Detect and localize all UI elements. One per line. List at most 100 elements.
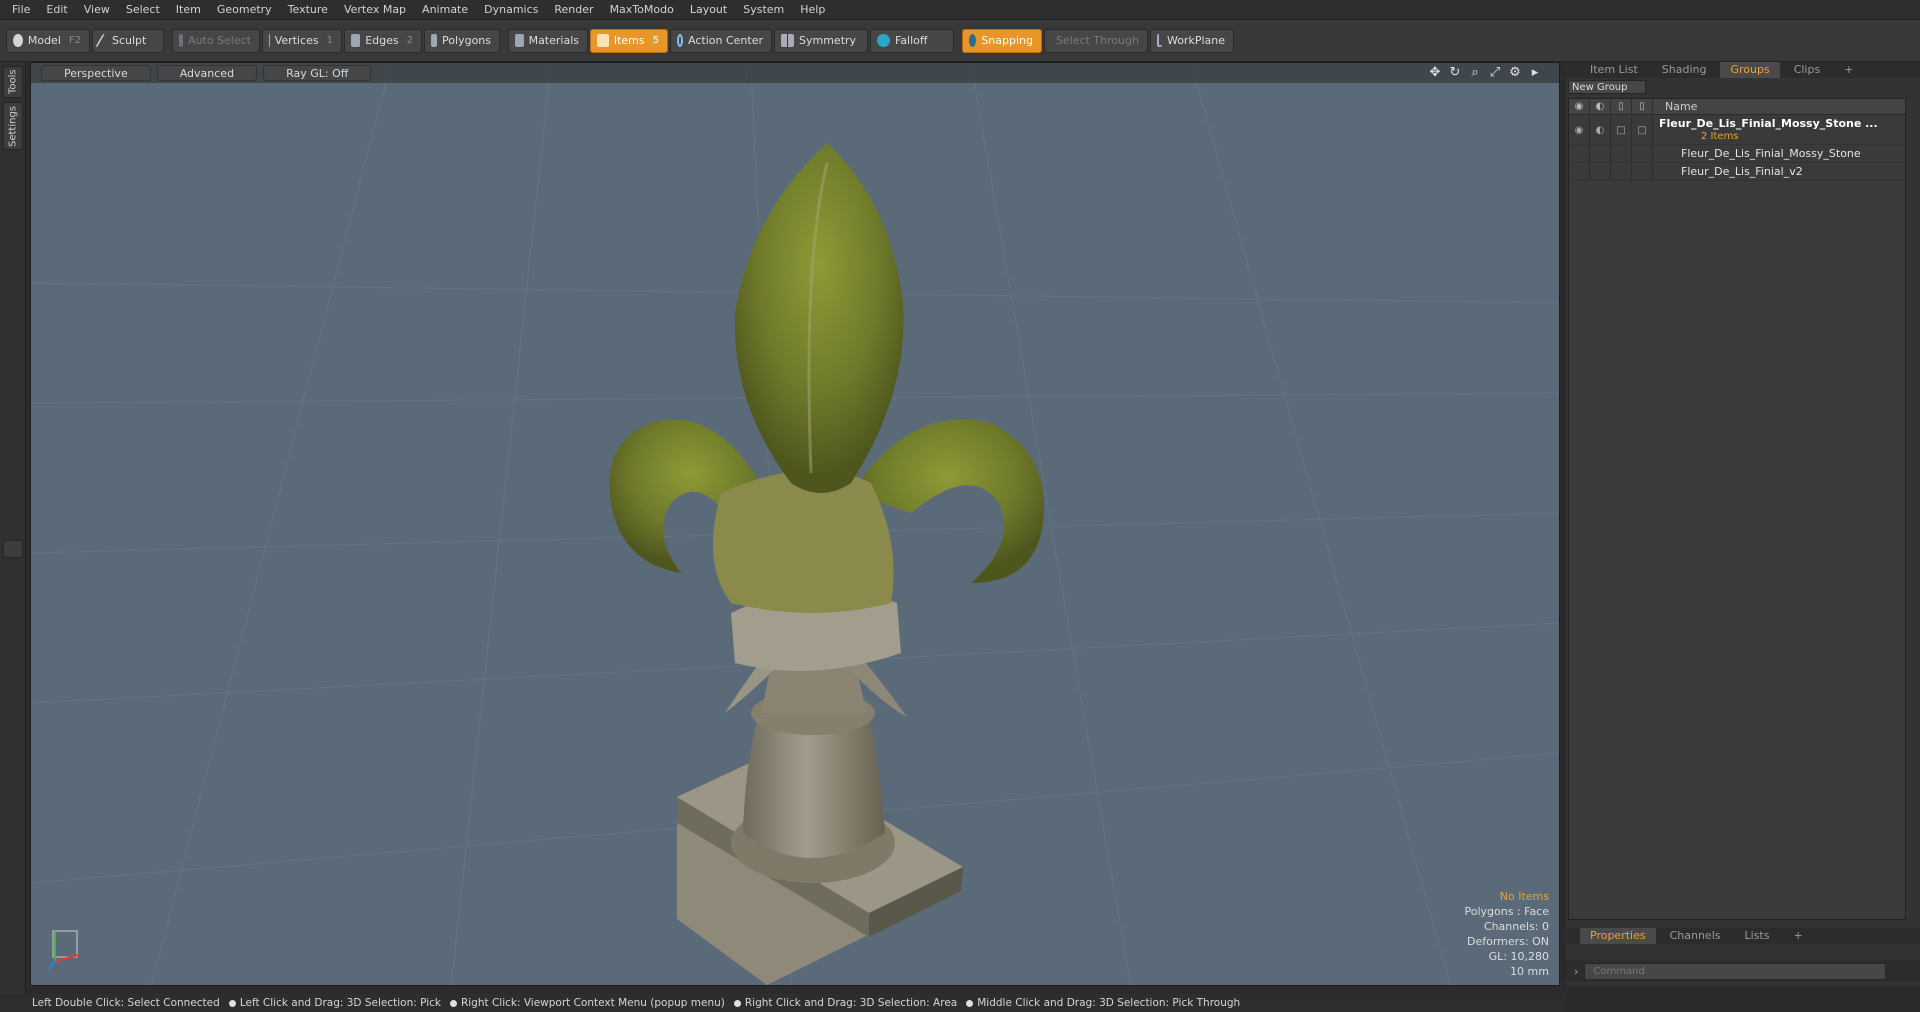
visibility-column-icon[interactable]: ◉ <box>1569 98 1590 115</box>
arrow-right-icon[interactable]: ▸ <box>1527 65 1543 81</box>
tab-groups[interactable]: Groups <box>1720 62 1780 78</box>
auto-select-button[interactable]: Auto Select <box>172 28 260 53</box>
menu-texture[interactable]: Texture <box>280 0 336 20</box>
status-hint: Left Double Click: Select Connected <box>32 997 220 1009</box>
tab-properties[interactable]: Properties <box>1580 928 1656 944</box>
polygons-icon <box>431 34 438 47</box>
list-item[interactable]: Fleur_De_Lis_Finial_Mossy_Stone <box>1569 145 1905 163</box>
tab-channels[interactable]: Channels <box>1660 928 1731 944</box>
vertices-button[interactable]: Vertices 1 <box>262 28 342 53</box>
edges-button[interactable]: Edges 2 <box>344 28 422 53</box>
command-row: › <box>1566 960 1920 982</box>
right-panel: Item List Shading Groups Clips + New Gro… <box>1566 62 1920 986</box>
settings-tab[interactable]: Settings <box>3 102 23 150</box>
status-hint: Left Click and Drag: 3D Selection: Pick <box>239 997 441 1009</box>
menu-maxtomodo[interactable]: MaxToModo <box>602 0 682 20</box>
select-column-icon[interactable]: ▯ <box>1632 98 1653 115</box>
menu-bar: File Edit View Select Item Geometry Text… <box>0 0 1920 20</box>
pan-icon[interactable]: ✥ <box>1427 65 1443 81</box>
tab-item-list[interactable]: Item List <box>1580 62 1648 78</box>
model-icon <box>13 34 23 47</box>
bullet-icon <box>966 999 974 1007</box>
group-count: 2 Items <box>1701 131 1739 142</box>
settings-gear-icon[interactable]: ⚙ <box>1507 65 1523 81</box>
falloff-button[interactable]: Falloff <box>870 28 954 53</box>
snapping-icon <box>969 34 977 47</box>
viewport-nav-icons: ✥ ↻ ⌕ ⤢ ⚙ ▸ <box>1423 65 1543 81</box>
workplane-icon <box>1157 34 1162 47</box>
tab-add-bottom[interactable]: + <box>1783 928 1812 944</box>
select-through-button[interactable]: Select Through <box>1044 28 1148 53</box>
left-tab-strip: Tools Settings <box>0 62 26 994</box>
bullet-icon <box>449 999 457 1007</box>
right-panel-tabs: Item List Shading Groups Clips + <box>1566 62 1920 78</box>
bullet-icon <box>733 999 741 1007</box>
raygl-toggle[interactable]: Ray GL: Off <box>263 65 372 81</box>
command-input[interactable] <box>1584 962 1887 980</box>
select-checkbox[interactable]: □ <box>1632 117 1653 144</box>
action-center-button[interactable]: Action Center <box>670 28 772 53</box>
sculpt-button[interactable]: Sculpt <box>92 28 164 53</box>
groups-list-header: ◉ ◐ ▯ ▯ Name <box>1569 98 1905 115</box>
items-icon <box>597 34 609 47</box>
deformers-info: Deformers: ON <box>1467 935 1549 948</box>
group-name: Fleur_De_Lis_Finial_Mossy_Stone ... <box>1659 117 1878 130</box>
tab-shading[interactable]: Shading <box>1652 62 1717 78</box>
chevron-right-icon: › <box>1574 964 1579 978</box>
mesh-item-name: Fleur_De_Lis_Finial_v2 <box>1681 165 1803 178</box>
render-icon[interactable]: ◐ <box>1590 117 1611 144</box>
snapping-button[interactable]: Snapping <box>962 28 1042 53</box>
menu-item[interactable]: Item <box>168 0 209 20</box>
menu-dynamics[interactable]: Dynamics <box>476 0 546 20</box>
channels-info: Channels: 0 <box>1483 920 1549 933</box>
tools-tab[interactable]: Tools <box>3 66 23 98</box>
menu-select[interactable]: Select <box>118 0 168 20</box>
materials-button[interactable]: Materials <box>508 28 588 53</box>
tab-lists[interactable]: Lists <box>1735 928 1780 944</box>
menu-geometry[interactable]: Geometry <box>209 0 280 20</box>
3d-viewport[interactable]: Perspective Advanced Ray GL: Off ✥ ↻ ⌕ ⤢… <box>30 62 1560 986</box>
maximize-icon[interactable]: ⤢ <box>1487 65 1503 81</box>
items-button[interactable]: Items 5 <box>590 28 668 53</box>
action-center-icon <box>677 34 684 47</box>
status-hint: Middle Click and Drag: 3D Selection: Pic… <box>977 997 1241 1009</box>
menu-vertex-map[interactable]: Vertex Map <box>336 0 414 20</box>
menu-render[interactable]: Render <box>546 0 601 20</box>
bullet-icon <box>228 999 236 1007</box>
main-toolbar: Model F2 Sculpt Auto Select Vertices 1 Edg… <box>0 20 1920 62</box>
rotate-icon[interactable]: ↻ <box>1447 65 1463 81</box>
lock-checkbox[interactable]: □ <box>1611 117 1632 144</box>
model-button[interactable]: Model F2 <box>6 28 90 53</box>
tab-add[interactable]: + <box>1834 62 1863 78</box>
menu-file[interactable]: File <box>4 0 38 20</box>
group-row[interactable]: ◉ ◐ □ □ Fleur_De_Lis_Finial_Mossy_Stone … <box>1569 115 1905 145</box>
workplane-button[interactable]: WorkPlane <box>1150 28 1234 53</box>
symmetry-button[interactable]: Symmetry <box>774 28 868 53</box>
new-group-button[interactable]: New Group <box>1568 80 1646 94</box>
fleur-de-lis-model[interactable] <box>31 63 1560 986</box>
menu-animate[interactable]: Animate <box>414 0 476 20</box>
properties-tabs: Properties Channels Lists + <box>1566 928 1920 944</box>
menu-edit[interactable]: Edit <box>38 0 75 20</box>
panel-toggle-handle[interactable] <box>3 540 23 558</box>
tab-clips[interactable]: Clips <box>1784 62 1831 78</box>
render-column-icon[interactable]: ◐ <box>1590 98 1611 115</box>
name-column-header[interactable]: Name <box>1653 100 1697 113</box>
selection-info: No Items <box>1499 890 1549 903</box>
zoom-icon[interactable]: ⌕ <box>1467 65 1483 81</box>
axis-gizmo <box>48 930 80 970</box>
menu-view[interactable]: View <box>76 0 118 20</box>
lock-column-icon[interactable]: ▯ <box>1611 98 1632 115</box>
menu-system[interactable]: System <box>735 0 792 20</box>
menu-layout[interactable]: Layout <box>682 0 735 20</box>
menu-help[interactable]: Help <box>792 0 833 20</box>
status-bar: Left Double Click: Select Connected Left… <box>0 994 1566 1012</box>
center-bulge <box>713 470 894 613</box>
view-mode-dropdown[interactable]: Perspective <box>41 65 151 81</box>
polygons-info: Polygons : Face <box>1464 905 1549 918</box>
polygons-button[interactable]: Polygons <box>424 28 500 53</box>
shading-dropdown[interactable]: Advanced <box>156 65 258 81</box>
list-item[interactable]: Fleur_De_Lis_Finial_v2 <box>1569 163 1905 181</box>
edges-icon <box>351 34 361 47</box>
eye-icon[interactable]: ◉ <box>1569 117 1590 144</box>
